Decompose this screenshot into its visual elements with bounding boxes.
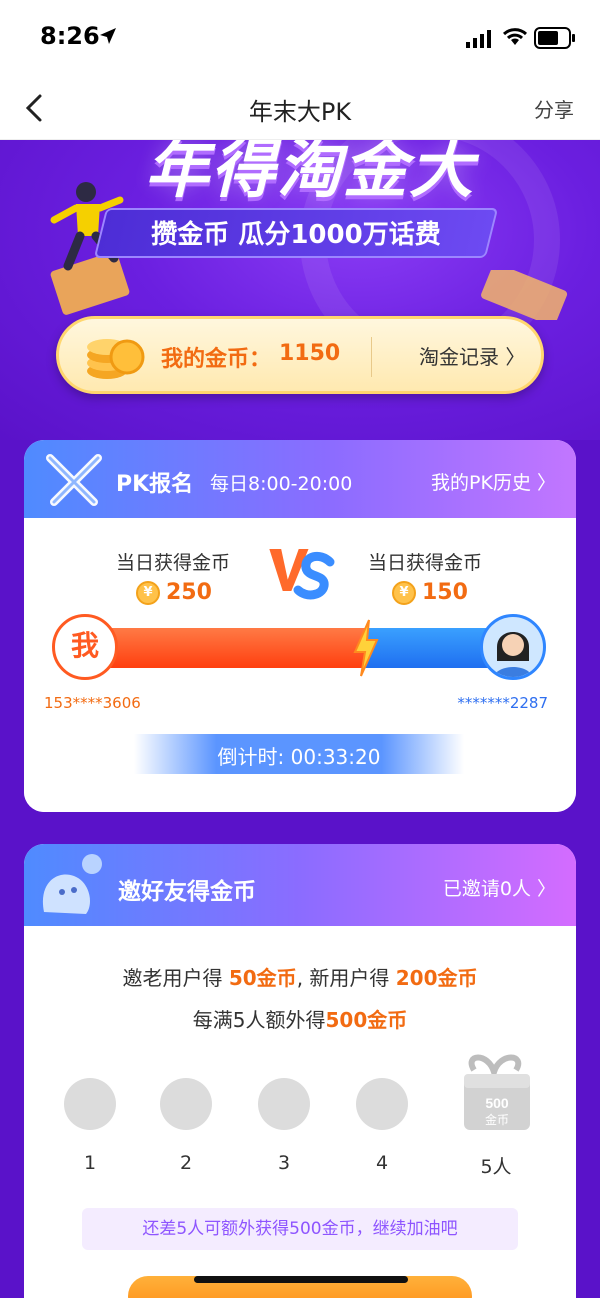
coin-stack-icon (87, 339, 145, 379)
invite-slot-avatar[interactable] (356, 1078, 408, 1130)
invite-slot-avatar[interactable] (64, 1078, 116, 1130)
nav-bar: 年末大PK 分享 (0, 78, 600, 140)
crossed-swords-icon (46, 454, 102, 506)
ghost-mascot-icon (42, 854, 102, 914)
opponent-phone: *******2287 (457, 694, 548, 712)
slot-number: 4 (375, 1152, 389, 1174)
invite-progress-tip: 还差5人可额外获得500金币，继续加油吧 (82, 1208, 518, 1250)
ticket-icon (481, 270, 568, 320)
gift-unit: 金币 (485, 1112, 509, 1127)
status-bar: 8:26 (0, 0, 600, 78)
right-coins-label: 当日获得金币 (368, 552, 483, 574)
invite-body: 邀老用户得 50金币, 新用户得 200金币 每满5人额外得500金币 1 2 … (24, 926, 576, 1298)
my-coins-card: 我的金币： 1150 淘金记录 〉 (56, 316, 544, 394)
status-time: 8:26 (40, 22, 100, 50)
right-score: ¥ 150 (392, 580, 468, 605)
cellular-signal-icon (466, 30, 491, 48)
bonus-reward: 500金币 (325, 1008, 408, 1032)
pk-time: 每日8:00-20:00 (210, 473, 353, 495)
woman-avatar-icon (493, 632, 533, 677)
slot-number: 1 (83, 1152, 97, 1174)
vs-icon (266, 547, 335, 600)
invite-text: , 新用户得 (296, 966, 396, 990)
my-coins-value: 1150 (279, 341, 341, 366)
gift-box-icon: 500 金币 (464, 1054, 530, 1130)
left-score-value: 250 (166, 580, 212, 605)
invite-reward-line: 邀老用户得 50金币, 新用户得 200金币 (24, 962, 576, 991)
new-user-reward: 200金币 (395, 966, 478, 990)
page-title: 年末大PK (248, 98, 352, 126)
left-score: ¥ 250 (136, 580, 212, 605)
invite-slot-avatar[interactable] (160, 1078, 212, 1130)
pk-title: PK报名 (116, 472, 194, 497)
pk-signup-card: PK报名 每日8:00-20:00 我的PK历史 〉 当日获得金币 当日获得金币… (24, 440, 576, 812)
invite-text: 邀老用户得 (122, 966, 229, 990)
opponent-avatar (480, 614, 546, 680)
invite-slot-avatar[interactable] (258, 1078, 310, 1130)
slot-number: 3 (277, 1152, 291, 1174)
countdown-timer: 倒计时: 00:33:20 (217, 745, 381, 769)
slot-number: 2 (179, 1152, 193, 1174)
my-phone: 153****3606 (44, 694, 141, 712)
share-button[interactable]: 分享 (534, 94, 574, 123)
pk-bar-left (84, 628, 365, 668)
pk-history-link[interactable]: 我的PK历史 〉 (431, 468, 556, 495)
right-score-value: 150 (422, 580, 468, 605)
bonus-text: 每满5人额外得 (192, 1008, 326, 1032)
pk-card-header: PK报名 每日8:00-20:00 我的PK历史 〉 (24, 440, 576, 518)
slot-number: 5人 (480, 1156, 512, 1178)
my-coins-label: 我的金币： (161, 347, 272, 372)
gold-record-link[interactable]: 淘金记录 〉 (419, 341, 525, 370)
invite-card-header: 邀好友得金币 已邀请0人 〉 (24, 844, 576, 926)
bonus-reward-line: 每满5人额外得500金币 (24, 1004, 576, 1033)
gift-amount: 500 (485, 1095, 509, 1111)
left-coins-label: 当日获得金币 (116, 552, 231, 574)
invited-count-link[interactable]: 已邀请0人 〉 (443, 874, 556, 901)
old-user-reward: 50金币 (228, 966, 297, 990)
hero-banner: 年得淘金大 攒金币 瓜分1000万话费 我的金币： 1150 淘金记录 〉 (0, 140, 600, 440)
wifi-icon (502, 28, 528, 45)
divider (371, 337, 372, 377)
invite-friends-card: 邀好友得金币 已邀请0人 〉 邀老用户得 50金币, 新用户得 200金币 每满… (24, 844, 576, 1298)
yen-coin-icon: ¥ (136, 580, 160, 605)
pk-body: 当日获得金币 当日获得金币 ¥ 250 ¥ 150 我 153****3606 (24, 518, 576, 812)
lightning-bolt-icon (353, 619, 379, 677)
hero-slogan: 攒金币 瓜分1000万话费 (151, 220, 441, 250)
me-avatar: 我 (52, 614, 118, 680)
location-arrow-icon (100, 28, 116, 44)
invite-title: 邀好友得金币 (118, 879, 256, 905)
home-indicator (194, 1276, 408, 1283)
yen-coin-icon: ¥ (392, 580, 416, 605)
battery-icon (534, 27, 575, 49)
